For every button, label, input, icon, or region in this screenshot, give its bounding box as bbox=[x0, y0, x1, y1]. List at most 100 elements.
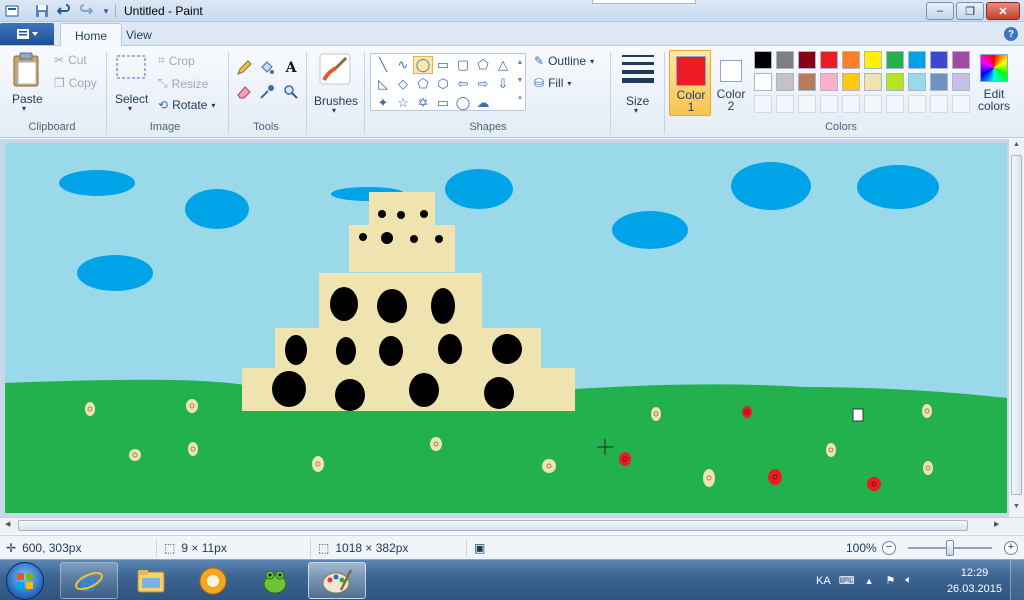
fill-icon[interactable] bbox=[257, 58, 277, 78]
scroll-right-icon[interactable]: ▶ bbox=[994, 520, 999, 528]
shape-oval-callout-icon[interactable]: ◯ bbox=[453, 94, 473, 112]
shape-down-arrow-icon[interactable]: ⇩ bbox=[493, 75, 513, 93]
copy-button[interactable]: ❐ Copy bbox=[54, 76, 97, 90]
custom-color-slot[interactable] bbox=[776, 95, 794, 113]
custom-color-slot[interactable] bbox=[886, 95, 904, 113]
help-icon[interactable]: ? bbox=[1004, 27, 1018, 41]
palette-swatch[interactable] bbox=[754, 73, 772, 91]
custom-color-slot[interactable] bbox=[952, 95, 970, 113]
custom-color-slot[interactable] bbox=[798, 95, 816, 113]
language-indicator[interactable]: KA bbox=[816, 575, 831, 587]
select-button[interactable]: Select ▾ bbox=[114, 52, 150, 114]
taskbar-file-explorer[interactable] bbox=[122, 562, 180, 599]
customize-toolbar-icon[interactable]: ▾ bbox=[98, 3, 114, 19]
custom-color-slot[interactable] bbox=[930, 95, 948, 113]
shape-line-icon[interactable]: ╲ bbox=[373, 56, 393, 74]
palette-swatch[interactable] bbox=[930, 73, 948, 91]
palette-swatch[interactable] bbox=[842, 73, 860, 91]
palette-swatch[interactable] bbox=[886, 51, 904, 69]
palette-swatch[interactable] bbox=[798, 73, 816, 91]
resize-button[interactable]: ⤡ Resize bbox=[158, 76, 208, 91]
show-desktop-button[interactable] bbox=[1010, 560, 1024, 600]
keyboard-icon[interactable]: ⌨ bbox=[839, 574, 855, 587]
palette-swatch[interactable] bbox=[952, 73, 970, 91]
drawing-canvas[interactable] bbox=[5, 143, 1007, 513]
shape-pentagon-icon[interactable]: ⬠ bbox=[413, 75, 433, 93]
palette-swatch[interactable] bbox=[864, 51, 882, 69]
volume-icon[interactable]: 🔈︎ bbox=[905, 574, 912, 587]
custom-color-slot[interactable] bbox=[864, 95, 882, 113]
palette-swatch[interactable] bbox=[754, 51, 772, 69]
shape-hexagon-icon[interactable]: ⬡ bbox=[433, 75, 453, 93]
palette-swatch[interactable] bbox=[842, 51, 860, 69]
minimize-button[interactable]: ‒ bbox=[926, 2, 954, 20]
shape-right-arrow-icon[interactable]: ⇨ bbox=[473, 75, 493, 93]
shape-five-point-star-icon[interactable]: ☆ bbox=[393, 94, 413, 112]
color1-button[interactable]: Color 1 bbox=[669, 50, 711, 116]
vertical-scroll-thumb[interactable] bbox=[1011, 155, 1022, 495]
fill-button[interactable]: ⛁ Fill ▾ bbox=[534, 76, 571, 90]
horizontal-scroll-thumb[interactable] bbox=[18, 520, 968, 531]
shape-diamond-icon[interactable]: ◇ bbox=[393, 75, 413, 93]
outline-button[interactable]: ✎ Outline ▾ bbox=[534, 54, 594, 68]
palette-swatch[interactable] bbox=[952, 51, 970, 69]
close-button[interactable]: ✕ bbox=[986, 2, 1020, 20]
shape-triangle-icon[interactable]: △ bbox=[493, 56, 513, 74]
redo-icon[interactable] bbox=[78, 3, 94, 19]
shape-oval-icon[interactable]: ◯ bbox=[413, 56, 433, 74]
zoom-out-button[interactable]: − bbox=[882, 541, 896, 555]
text-icon[interactable]: A bbox=[281, 58, 301, 78]
action-center-flag-icon[interactable]: ⚑ bbox=[886, 574, 896, 587]
custom-color-slot[interactable] bbox=[754, 95, 772, 113]
palette-swatch[interactable] bbox=[776, 73, 794, 91]
shape-rectangle-icon[interactable]: ▭ bbox=[433, 56, 453, 74]
tab-view[interactable]: View bbox=[112, 23, 166, 46]
palette-swatch[interactable] bbox=[930, 51, 948, 69]
edit-colors-button[interactable]: Edit colors bbox=[976, 50, 1012, 116]
taskbar-internet-explorer[interactable]: e bbox=[60, 562, 118, 599]
shape-curve-icon[interactable]: ∿ bbox=[393, 56, 413, 74]
palette-swatch[interactable] bbox=[820, 73, 838, 91]
custom-color-slot[interactable] bbox=[842, 95, 860, 113]
vertical-scrollbar[interactable]: ▲ ▼ bbox=[1008, 139, 1024, 517]
scroll-down-icon[interactable]: ▼ bbox=[1013, 503, 1020, 510]
shape-right-triangle-icon[interactable]: ◺ bbox=[373, 75, 393, 93]
eraser-icon[interactable] bbox=[234, 82, 254, 102]
rotate-button[interactable]: ⟲ Rotate ▾ bbox=[158, 98, 215, 112]
shape-six-point-star-icon[interactable]: ✡ bbox=[413, 94, 433, 112]
maximize-button[interactable]: ❐ bbox=[956, 2, 984, 20]
palette-swatch[interactable] bbox=[886, 73, 904, 91]
pencil-icon[interactable] bbox=[234, 58, 254, 78]
palette-swatch[interactable] bbox=[864, 73, 882, 91]
start-button[interactable] bbox=[6, 562, 44, 600]
clock[interactable]: 12:29 26.03.2015 bbox=[947, 565, 1002, 597]
shape-rounded-rectangle-icon[interactable]: ▢ bbox=[453, 56, 473, 74]
horizontal-scrollbar[interactable]: ◀ ▶ bbox=[0, 517, 1024, 533]
taskbar-frog-app[interactable] bbox=[246, 562, 304, 599]
zoom-slider-thumb[interactable] bbox=[946, 540, 954, 556]
color2-button[interactable]: Color 2 bbox=[713, 50, 749, 116]
taskbar-paint[interactable] bbox=[308, 562, 366, 599]
paste-button[interactable]: Paste ▾ bbox=[10, 52, 44, 113]
undo-icon[interactable] bbox=[56, 3, 72, 19]
shape-polygon-icon[interactable]: ⬠ bbox=[473, 56, 493, 74]
save-icon[interactable] bbox=[34, 3, 50, 19]
magnifier-icon[interactable] bbox=[281, 82, 301, 102]
taskbar-media-player[interactable] bbox=[184, 562, 242, 599]
paint-menu-button[interactable] bbox=[0, 23, 54, 45]
palette-swatch[interactable] bbox=[908, 73, 926, 91]
palette-swatch[interactable] bbox=[776, 51, 794, 69]
app-icon[interactable] bbox=[4, 3, 20, 19]
crop-button[interactable]: ⌗ Crop bbox=[158, 53, 195, 68]
palette-swatch[interactable] bbox=[820, 51, 838, 69]
cut-button[interactable]: ✂ Cut bbox=[54, 53, 87, 67]
scroll-up-icon[interactable]: ▲ bbox=[1013, 141, 1020, 148]
custom-color-slot[interactable] bbox=[820, 95, 838, 113]
palette-swatch[interactable] bbox=[908, 51, 926, 69]
shape-four-point-star-icon[interactable]: ✦ bbox=[373, 94, 393, 112]
zoom-in-button[interactable]: + bbox=[1004, 541, 1018, 555]
show-hidden-icons-icon[interactable]: ▲ bbox=[865, 576, 874, 586]
color-picker-icon[interactable] bbox=[257, 82, 277, 102]
shapes-gallery-scroll[interactable]: ▲ ▼ ▾ bbox=[514, 54, 526, 110]
brushes-button[interactable]: Brushes ▾ bbox=[312, 52, 360, 116]
